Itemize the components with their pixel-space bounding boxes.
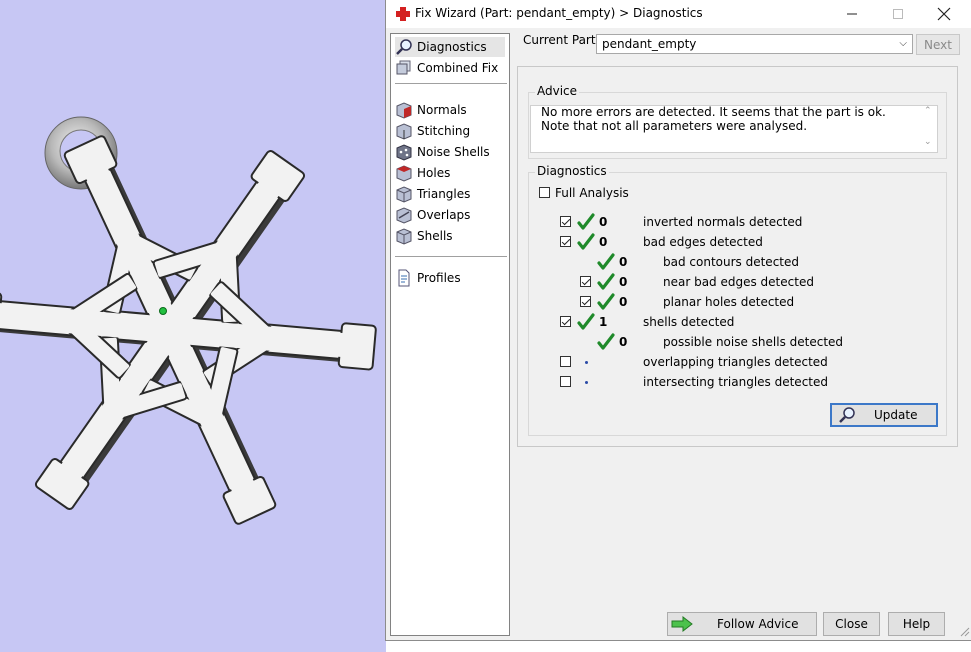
triangles-cube-icon [396, 186, 412, 203]
advice-text: No more errors are detected. It seems th… [541, 105, 886, 133]
maximize-button[interactable] [875, 0, 921, 28]
nav-label: Combined Fix [417, 61, 499, 75]
row-count: 0 [619, 295, 628, 309]
green-check-icon [597, 273, 615, 290]
current-part-label: Current Part: [523, 33, 600, 47]
nav-label: Diagnostics [417, 40, 487, 54]
row-label: shells detected [643, 315, 735, 329]
row-count: 0 [599, 235, 608, 249]
chevron-down-icon: ⌵ [899, 38, 907, 49]
nav-item-shells[interactable]: Shells [395, 226, 505, 246]
3d-viewport[interactable] [0, 0, 386, 652]
minimize-button[interactable] [829, 0, 875, 28]
green-arrow-right-icon [671, 616, 693, 632]
nav-label: Holes [417, 166, 451, 180]
row-checkbox[interactable] [580, 276, 591, 287]
full-analysis-label: Full Analysis [555, 186, 629, 200]
fix-category-nav: Diagnostics Combined Fix Normals Stitchi… [390, 33, 510, 636]
combined-fix-icon [396, 60, 411, 75]
diagnostics-title: Diagnostics [535, 164, 609, 178]
row-checkbox[interactable] [560, 236, 571, 247]
row-checkbox[interactable] [580, 296, 591, 307]
not-analysed-dot-icon [585, 381, 588, 384]
fix-wizard-window: Fix Wizard (Part: pendant_empty) > Diagn… [385, 0, 971, 641]
nav-divider [395, 83, 507, 84]
nav-label: Shells [417, 229, 453, 243]
title-bar: Fix Wizard (Part: pendant_empty) > Diagn… [386, 0, 971, 28]
row-label: inverted normals detected [643, 215, 803, 229]
noise-shells-icon [396, 144, 412, 161]
follow-advice-button[interactable]: Follow Advice [667, 612, 817, 636]
advice-title: Advice [535, 84, 580, 98]
minimize-icon [847, 13, 857, 15]
full-analysis-checkbox[interactable] [539, 187, 550, 198]
update-button[interactable]: Update [830, 403, 938, 427]
row-label: planar holes detected [663, 295, 795, 309]
close-window-button[interactable] [921, 0, 967, 28]
maximize-icon [893, 9, 903, 19]
close-button[interactable]: Close [823, 612, 880, 636]
holes-cube-icon [396, 165, 412, 182]
nav-label: Stitching [417, 124, 471, 138]
current-part-value: pendant_empty [602, 37, 697, 51]
row-checkbox[interactable] [560, 316, 571, 327]
row-checkbox[interactable] [560, 216, 571, 227]
nav-item-profiles[interactable]: Profiles [395, 268, 505, 288]
shells-cube-icon [396, 228, 412, 245]
normals-cube-icon [396, 102, 412, 119]
profile-document-icon [398, 269, 410, 287]
row-count: 0 [619, 335, 628, 349]
row-count: 0 [599, 215, 608, 229]
row-label: possible noise shells detected [663, 335, 844, 349]
row-label: bad edges detected [643, 235, 763, 249]
nav-label: Noise Shells [417, 145, 490, 159]
green-check-icon [597, 293, 615, 310]
close-icon [937, 7, 951, 21]
nav-item-noise-shells[interactable]: Noise Shells [395, 142, 505, 162]
nav-item-triangles[interactable]: Triangles [395, 184, 505, 204]
row-label: bad contours detected [663, 255, 799, 269]
stitching-cube-icon [396, 123, 412, 140]
green-check-icon [577, 213, 595, 230]
nav-label: Normals [417, 103, 467, 117]
nav-item-overlaps[interactable]: Overlaps [395, 205, 505, 225]
row-label: intersecting triangles detected [643, 375, 828, 389]
row-checkbox[interactable] [560, 356, 571, 367]
nav-label: Triangles [417, 187, 471, 201]
green-check-icon [577, 233, 595, 250]
nav-label: Overlaps [417, 208, 471, 222]
magnifier-icon [396, 39, 412, 55]
help-button[interactable]: Help [888, 612, 945, 636]
resize-grip-icon[interactable] [958, 625, 970, 637]
current-part-select[interactable]: pendant_empty ⌵ [596, 34, 913, 54]
snowflake-pendant-model[interactable] [0, 0, 386, 652]
nav-item-stitching[interactable]: Stitching [395, 121, 505, 141]
nav-item-normals[interactable]: Normals [395, 100, 505, 120]
red-cross-icon [396, 7, 410, 21]
nav-divider [395, 256, 507, 257]
magnifier-icon [839, 407, 855, 423]
scroll-down-icon[interactable]: ⌄ [924, 137, 932, 147]
nav-item-holes[interactable]: Holes [395, 163, 505, 183]
green-check-icon [597, 333, 615, 350]
pivot-point-marker [159, 307, 167, 315]
nav-item-diagnostics[interactable]: Diagnostics [395, 37, 505, 57]
row-count: 0 [619, 275, 628, 289]
window-title: Fix Wizard (Part: pendant_empty) > Diagn… [415, 6, 703, 20]
nav-label: Profiles [417, 271, 461, 285]
not-analysed-dot-icon [585, 361, 588, 364]
row-checkbox[interactable] [560, 376, 571, 387]
row-count: 0 [619, 255, 628, 269]
next-button[interactable]: Next [916, 34, 960, 55]
green-check-icon [597, 253, 615, 270]
scroll-up-icon[interactable]: ⌃ [924, 106, 932, 116]
follow-advice-label: Follow Advice [717, 617, 799, 631]
green-check-icon [577, 313, 595, 330]
row-label: overlapping triangles detected [643, 355, 828, 369]
nav-item-combined-fix[interactable]: Combined Fix [395, 58, 505, 78]
row-count: 1 [599, 315, 608, 329]
overlaps-cube-icon [396, 207, 412, 224]
update-label: Update [874, 408, 918, 422]
row-label: near bad edges detected [663, 275, 814, 289]
